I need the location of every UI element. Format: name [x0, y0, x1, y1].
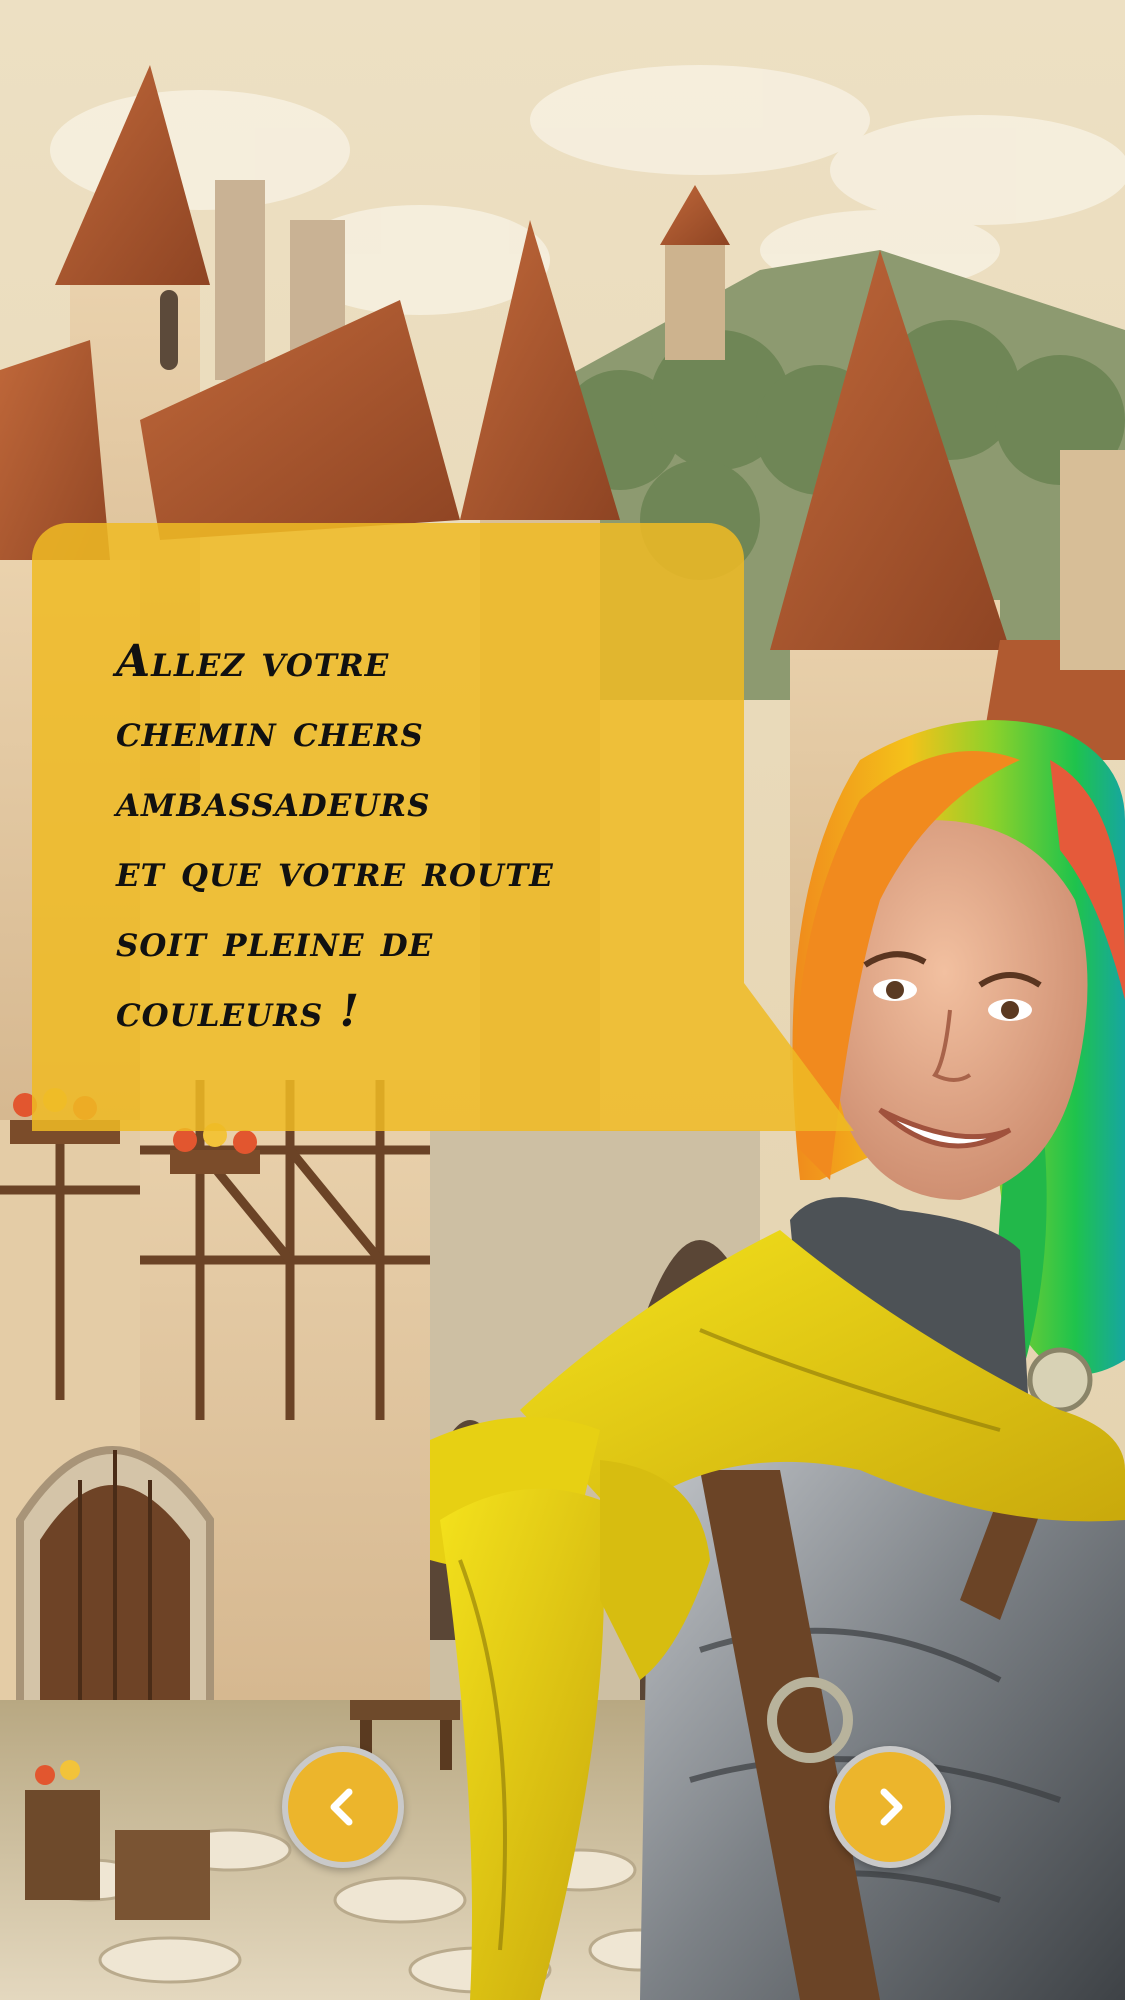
speech-bubble-tail [744, 983, 854, 1131]
dialogue-text: Allez votre chemin chers ambassadeurs et… [116, 636, 554, 1037]
chevron-left-icon [330, 1788, 353, 1826]
next-button[interactable] [829, 1746, 951, 1868]
previous-button[interactable] [282, 1746, 404, 1868]
chevron-right-icon [880, 1788, 903, 1826]
